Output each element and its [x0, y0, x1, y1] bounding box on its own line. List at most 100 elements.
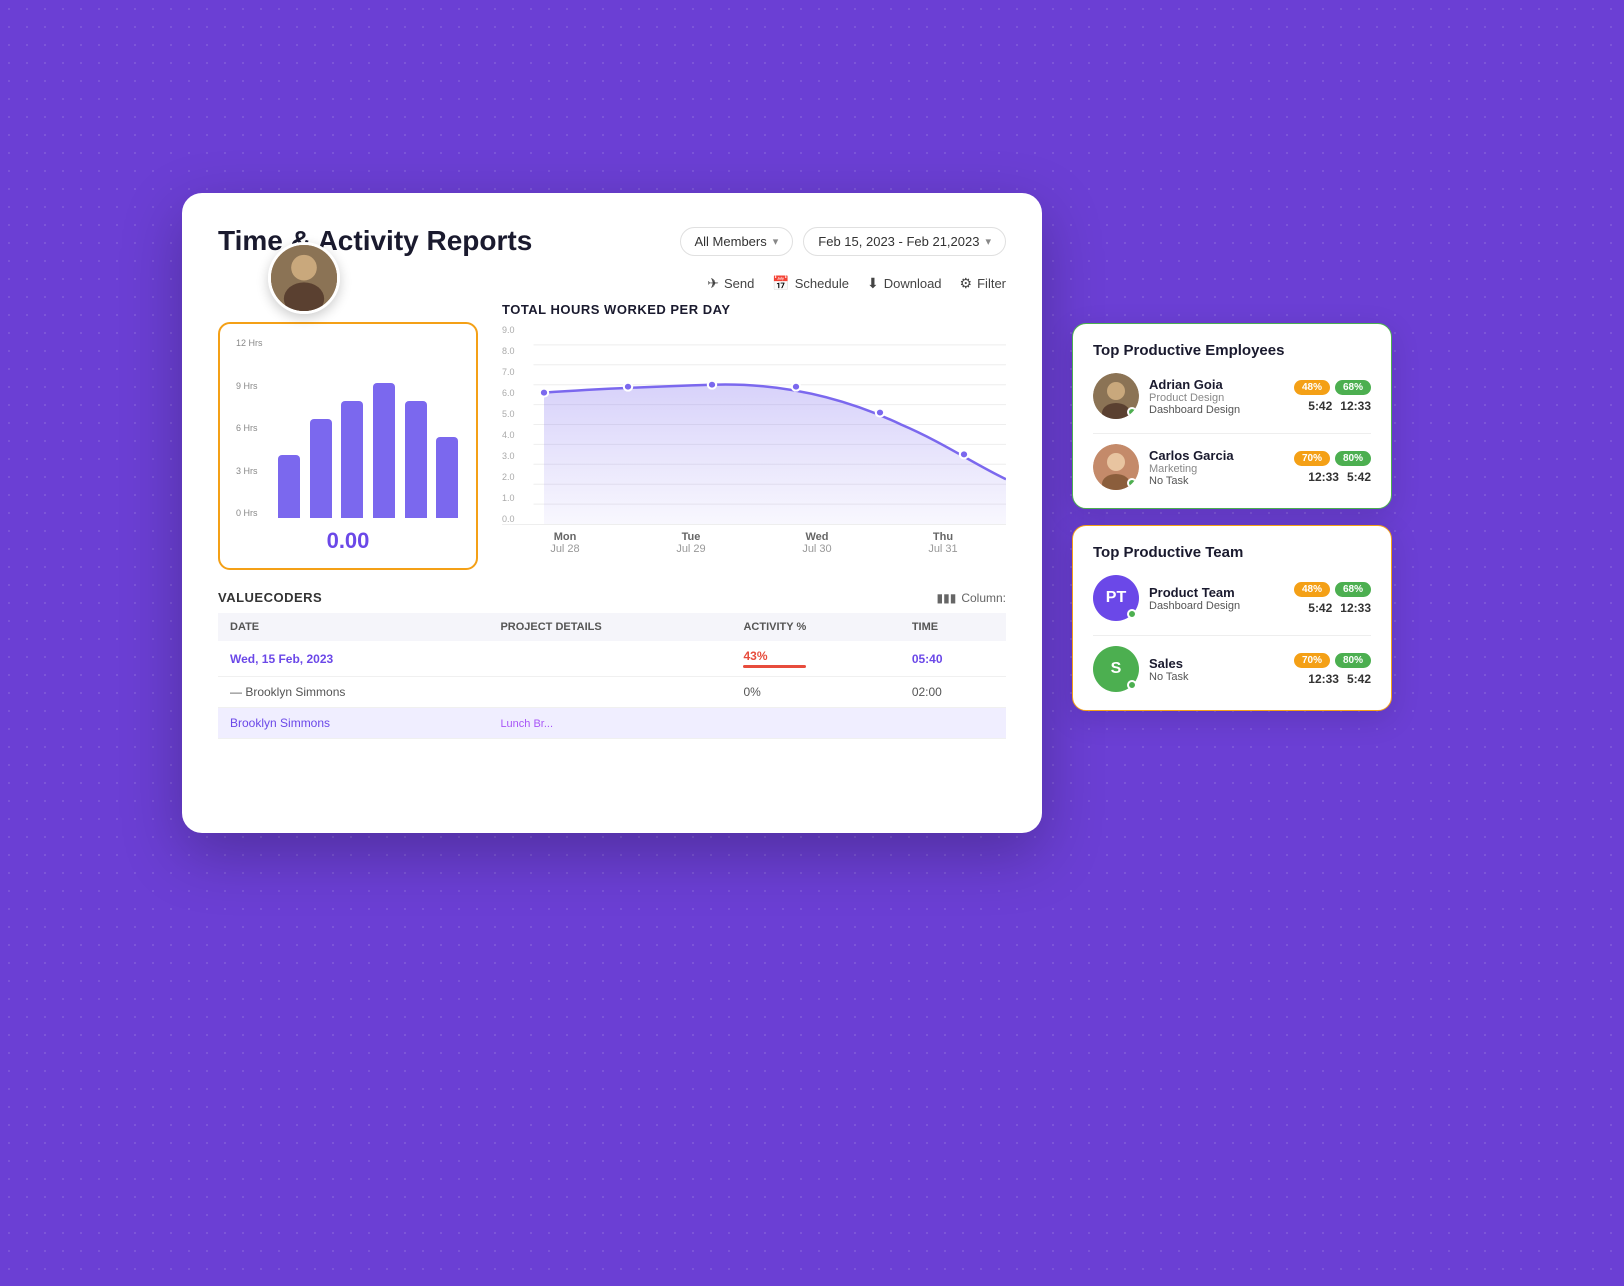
col-activity: ACTIVITY %	[731, 613, 899, 641]
col-project: PROJECT DETAILS	[488, 613, 731, 641]
table-row: Brooklyn Simmons Lunch Br...	[218, 708, 1006, 739]
team-metrics-2: 70% 80% 12:33 5:42	[1294, 653, 1371, 686]
time-1b: 12:33	[1340, 399, 1371, 413]
row-activity	[731, 708, 899, 739]
data-table: DATE PROJECT DETAILS ACTIVITY % TIME Wed…	[218, 613, 1006, 739]
team-task-1: Dashboard Design	[1149, 600, 1284, 612]
user-avatar	[268, 242, 340, 314]
main-report-card: Time & Activity Reports All Members ▾ Fe…	[182, 193, 1042, 833]
send-button[interactable]: ✈ Send	[707, 275, 754, 292]
bar-3	[339, 401, 365, 518]
team-badge-green-1: 68%	[1335, 582, 1371, 597]
row-name: Brooklyn Simmons	[218, 708, 488, 739]
team-row-1: PT Product Team Dashboard Design 48% 68%…	[1093, 575, 1371, 621]
x-label-tue: Tue Jul 29	[676, 531, 705, 555]
bar-y-labels: 12 Hrs 9 Hrs 6 Hrs 3 Hrs 0 Hrs	[236, 338, 263, 518]
bar-chart-card: 12 Hrs 9 Hrs 6 Hrs 3 Hrs 0 Hrs	[218, 322, 478, 570]
row-project	[488, 677, 731, 708]
bar-4	[371, 383, 397, 518]
metric-badges-2: 70% 80%	[1294, 451, 1371, 466]
line-chart-svg	[502, 325, 1006, 524]
team-badge-orange-2: 70%	[1294, 653, 1330, 668]
employee-metrics-2: 70% 80% 12:33 5:42	[1294, 451, 1371, 484]
badge-green-1: 68%	[1335, 380, 1371, 395]
employee-name-2: Carlos Garcia	[1149, 448, 1284, 463]
table-row: — Brooklyn Simmons 0% 02:00	[218, 677, 1006, 708]
team-times-2: 12:33 5:42	[1308, 672, 1371, 686]
employee-avatar-1	[1093, 373, 1139, 419]
team-name-1: Product Team	[1149, 585, 1284, 600]
time-2b: 5:42	[1347, 470, 1371, 484]
team-time-2b: 5:42	[1347, 672, 1371, 686]
bar-chart-container: 12 Hrs 9 Hrs 6 Hrs 3 Hrs 0 Hrs	[236, 338, 460, 518]
team-time-1b: 12:33	[1340, 601, 1371, 615]
employee-avatar-2	[1093, 444, 1139, 490]
employee-role-1: Product Design	[1149, 392, 1284, 404]
employee-name-1: Adrian Goia	[1149, 377, 1284, 392]
date-range-button[interactable]: Feb 15, 2023 - Feb 21,2023 ▾	[803, 227, 1006, 256]
chevron-down-icon: ▾	[985, 235, 991, 248]
row-project	[488, 641, 731, 677]
team-avatar-2: S	[1093, 646, 1139, 692]
team-metrics-1: 48% 68% 5:42 12:33	[1294, 582, 1371, 615]
line-chart-y-labels: 9.0 8.0 7.0 6.0 5.0 4.0 3.0 2.0 1.0 0.0	[502, 325, 515, 524]
employee-task-2: No Task	[1149, 475, 1284, 487]
table-header-row: VALUECODERS ▮▮▮ Column:	[218, 590, 1006, 605]
column-selector[interactable]: ▮▮▮ Column:	[937, 591, 1007, 605]
top-employees-card: Top Productive Employees Adrian Goia Pro…	[1072, 323, 1392, 509]
row-member: — Brooklyn Simmons	[218, 677, 488, 708]
row-activity: 43%	[731, 641, 899, 677]
bar-chart-panel: 12 Hrs 9 Hrs 6 Hrs 3 Hrs 0 Hrs	[218, 302, 478, 570]
members-filter-button[interactable]: All Members ▾	[680, 227, 794, 256]
chevron-down-icon: ▾	[773, 235, 779, 248]
row-activity: 0%	[731, 677, 899, 708]
team-info-1: Product Team Dashboard Design	[1149, 585, 1284, 612]
col-time: TIME	[900, 613, 1006, 641]
divider	[1093, 433, 1371, 434]
download-icon: ⬇	[867, 275, 879, 292]
team-badge-green-2: 80%	[1335, 653, 1371, 668]
team-time-1a: 5:42	[1308, 601, 1332, 615]
top-teams-card: Top Productive Team PT Product Team Dash…	[1072, 525, 1392, 711]
x-label-mon: Mon Jul 28	[550, 531, 579, 555]
top-teams-title: Top Productive Team	[1093, 544, 1371, 561]
team-time-2a: 12:33	[1308, 672, 1339, 686]
bar-1	[276, 455, 302, 518]
online-dot	[1127, 680, 1137, 690]
badge-orange-1: 48%	[1294, 380, 1330, 395]
employee-info-1: Adrian Goia Product Design Dashboard Des…	[1149, 377, 1284, 416]
bar-6	[434, 437, 460, 518]
date-range-label: Feb 15, 2023 - Feb 21,2023	[818, 234, 979, 249]
download-button[interactable]: ⬇ Download	[867, 275, 942, 292]
top-employees-title: Top Productive Employees	[1093, 342, 1371, 359]
chart-x-labels: Mon Jul 28 Tue Jul 29 Wed Jul 30 Thu Jul…	[502, 531, 1006, 555]
x-label-thu: Thu Jul 31	[928, 531, 957, 555]
employee-metrics-1: 48% 68% 5:42 12:33	[1294, 380, 1371, 413]
badge-orange-2: 70%	[1294, 451, 1330, 466]
content-area: 12 Hrs 9 Hrs 6 Hrs 3 Hrs 0 Hrs	[218, 302, 1006, 570]
row-date: Wed, 15 Feb, 2023	[218, 641, 488, 677]
x-label-wed: Wed Jul 30	[802, 531, 831, 555]
time-2a: 12:33	[1308, 470, 1339, 484]
table-row: Wed, 15 Feb, 2023 43% 05:40	[218, 641, 1006, 677]
online-dot	[1127, 478, 1137, 488]
calendar-icon: 📅	[772, 275, 789, 292]
filter-icon: ⚙	[960, 275, 973, 292]
chart-title: TOTAL HOURS WORKED PER DAY	[502, 302, 1006, 317]
team-task-2: No Task	[1149, 671, 1284, 683]
filter-button[interactable]: ⚙ Filter	[960, 275, 1006, 292]
schedule-button[interactable]: 📅 Schedule	[772, 275, 849, 292]
header-controls: All Members ▾ Feb 15, 2023 - Feb 21,2023…	[680, 227, 1007, 256]
employee-role-2: Marketing	[1149, 463, 1284, 475]
total-display: 0.00	[236, 528, 460, 554]
online-dot	[1127, 407, 1137, 417]
metric-times-1: 5:42 12:33	[1308, 399, 1371, 413]
members-filter-label: All Members	[695, 234, 767, 249]
metric-times-2: 12:33 5:42	[1308, 470, 1371, 484]
send-icon: ✈	[707, 275, 719, 292]
team-badge-orange-1: 48%	[1294, 582, 1330, 597]
line-chart-panel: TOTAL HOURS WORKED PER DAY 9.0 8.0 7.0 6…	[502, 302, 1006, 570]
row-time: 05:40	[900, 641, 1006, 677]
time-1a: 5:42	[1308, 399, 1332, 413]
bar-chart-icon: ▮▮▮	[937, 591, 957, 605]
